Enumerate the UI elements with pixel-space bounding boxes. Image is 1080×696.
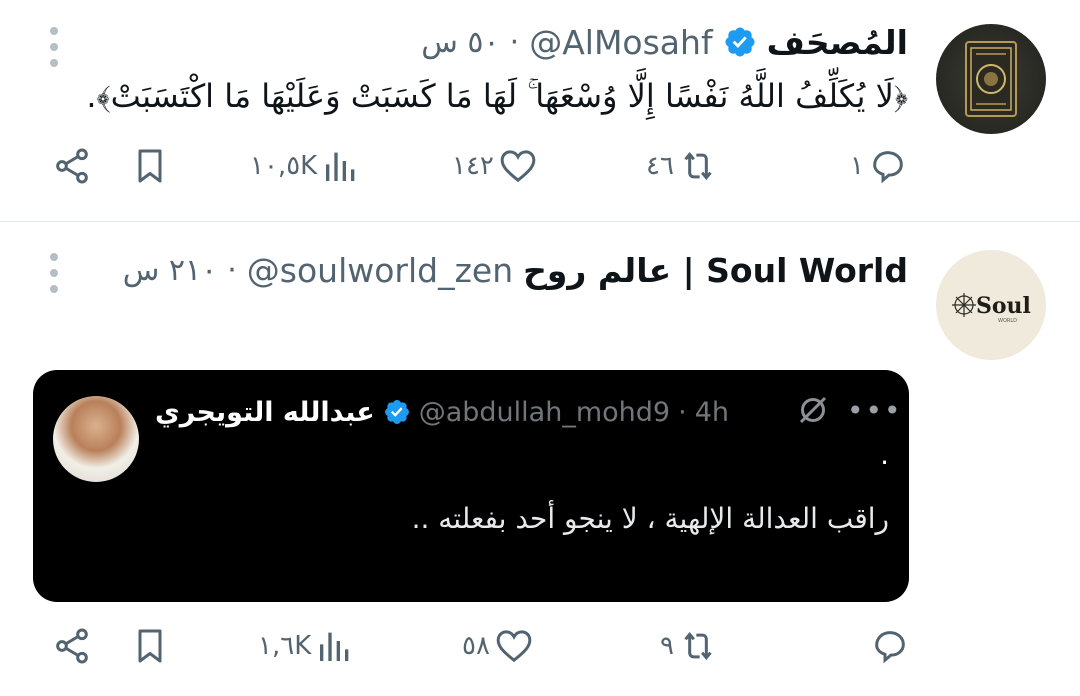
more-vertical-icon[interactable] [48,27,60,67]
avatar[interactable] [936,24,1046,134]
share-icon [56,628,88,664]
share-icon [56,148,88,184]
bookmark-icon [138,629,162,663]
quoted-header: عبدالله التويجري @abdullah_mohd9 · 4h [155,392,729,432]
tweet-text: ﴿لَا يُكَلِّفُ اللَّهُ نَفْسًا إِلَّا وُ… [86,77,908,115]
logo-subtext: WORLD [998,318,1017,324]
author-handle[interactable]: @AlMosahf [529,23,712,62]
retweets-count: ٩ [660,631,674,661]
soul-world-logo: Soul WORLD [952,293,1031,324]
views-button[interactable]: ١,٦K [258,626,355,666]
separator-dot: · [227,252,237,288]
quoted-timestamp[interactable]: 4h [695,397,729,428]
views-icon [326,152,355,181]
share-button[interactable] [52,146,92,186]
bookmark-button[interactable] [130,146,170,186]
action-bar: ١,٦K ٥٨ ٩ [0,626,1080,676]
retweet-button[interactable]: ٤٦ [646,146,718,186]
verified-badge-icon [384,400,409,424]
tweet[interactable]: المُصحَف @AlMosahf · ٥٠ س ﴿لَا يُكَلِّفُ… [0,0,1080,222]
views-count: ١٠,٥K [250,151,318,181]
share-button[interactable] [52,626,92,666]
like-icon [500,150,536,183]
avatar[interactable]: Soul WORLD [936,250,1046,360]
reply-icon [873,151,903,184]
author-name[interactable]: عالم روح | Soul World [523,251,908,290]
quoted-avatar[interactable] [53,396,139,482]
retweet-button[interactable]: ٩ [660,626,718,666]
views-icon [320,632,349,661]
timestamp[interactable]: ٥٠ س [421,25,499,60]
like-button[interactable]: ١٤٢ [452,146,538,186]
quoted-author-name[interactable]: عبدالله التويجري [155,397,375,428]
quoted-dot: . [880,438,889,471]
timestamp[interactable]: ٢١٠ س [123,253,218,288]
separator-dot: · [509,24,520,60]
more-horizontal-icon[interactable]: ••• [847,394,903,427]
likes-count: ٥٨ [462,631,490,661]
separator-dot: · [678,396,687,428]
logo-wordmark: Soul [976,293,1031,319]
replies-count: ١ [850,151,864,181]
quoted-text: راقب العدالة الإلهية ، لا ينجو أحد بفعلت… [411,502,889,535]
views-button[interactable]: ١٠,٥K [250,146,361,186]
author-handle[interactable]: @soulworld_zen [247,251,513,290]
like-icon [496,630,532,663]
verified-badge-icon [725,27,755,57]
views-count: ١,٦K [258,631,312,661]
reply-icon [875,631,905,664]
bookmark-icon [138,149,162,183]
reply-button[interactable]: ١ [850,146,908,186]
like-button[interactable]: ٥٨ [462,626,534,666]
retweet-icon [684,631,712,661]
quran-cover-image [965,41,1017,117]
grok-icon[interactable] [795,392,831,428]
reply-button[interactable] [866,626,910,666]
quoted-tweet[interactable]: عبدالله التويجري @abdullah_mohd9 · 4h ••… [33,370,909,602]
author-name[interactable]: المُصحَف [767,23,908,62]
more-vertical-icon[interactable] [48,253,60,293]
tweet[interactable]: Soul WORLD عالم روح | Soul World @soulwo… [0,223,1080,696]
likes-count: ١٤٢ [452,151,494,181]
tweet-header: المُصحَف @AlMosahf · ٥٠ س [421,20,908,64]
retweets-count: ٤٦ [646,151,674,181]
action-bar: ١٠,٥K ١٤٢ ٤٦ ١ [0,146,1080,196]
tweet-header: عالم روح | Soul World @soulworld_zen · ٢… [123,248,908,292]
quoted-handle[interactable]: @abdullah_mohd9 [419,397,670,428]
bookmark-button[interactable] [130,626,170,666]
retweet-icon [684,151,712,181]
